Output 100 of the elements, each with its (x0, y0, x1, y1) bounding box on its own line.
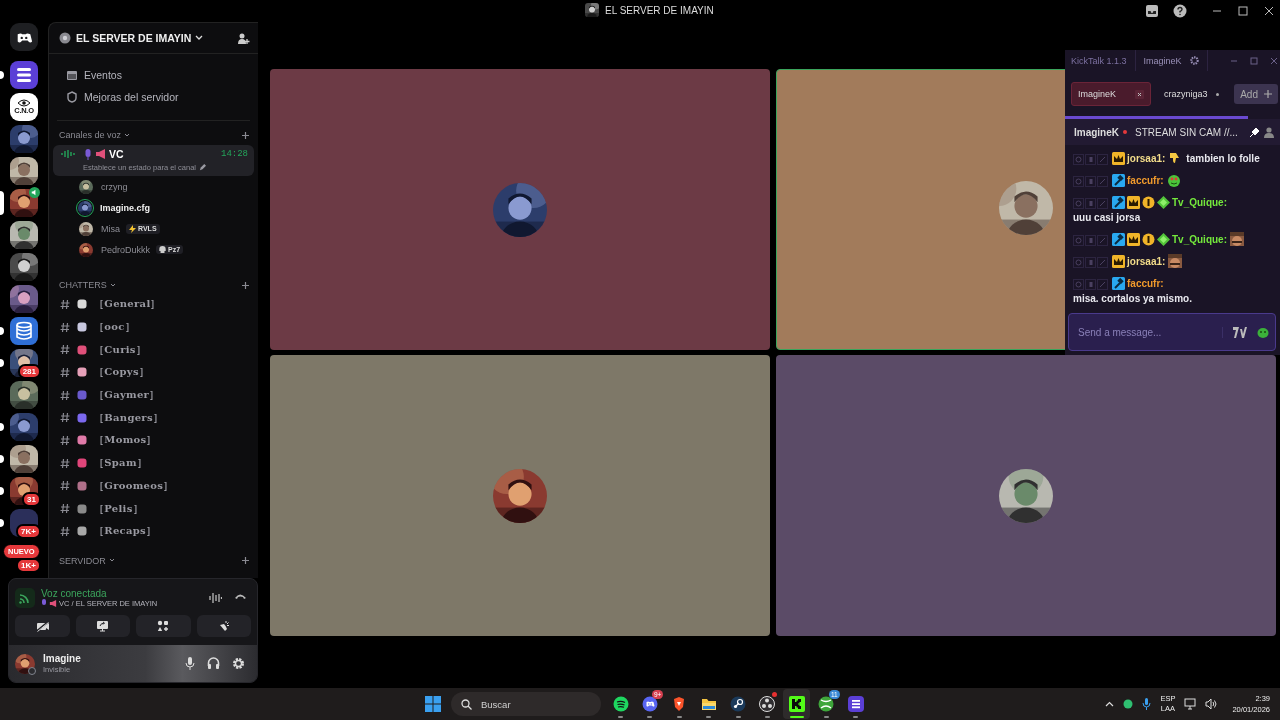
camera-off-icon (35, 620, 49, 632)
add-button[interactable]: Add (1234, 84, 1278, 104)
crown-badge-icon (1112, 254, 1125, 268)
sidebar-link[interactable]: Eventos (57, 64, 250, 86)
home-button[interactable] (10, 23, 38, 51)
hammer-badge-icon (1112, 195, 1125, 209)
piston-icon[interactable] (730, 696, 747, 712)
category-toggle[interactable]: CHATTERS (59, 280, 116, 290)
mic-emoji-icon (84, 148, 92, 160)
shield-icon (66, 91, 78, 103)
username[interactable]: jorsaa1: (1127, 255, 1166, 267)
activities-button[interactable] (136, 615, 191, 637)
crown-badge-icon (1127, 232, 1140, 246)
chevron-down-icon (124, 132, 131, 138)
circle-waves-icon[interactable] (612, 696, 629, 712)
text-channel[interactable]: ［Copys］ (49, 361, 258, 384)
add-member-icon[interactable] (237, 31, 250, 45)
plus-icon[interactable] (241, 556, 250, 566)
connection-status: Voz conectada (41, 587, 108, 599)
server-menu-button[interactable]: EL SERVER DE IMAYIN (76, 32, 232, 44)
start-icon[interactable] (425, 696, 441, 712)
video-tile[interactable] (270, 355, 770, 636)
plus-icon[interactable] (241, 280, 250, 290)
volume-icon[interactable] (1205, 698, 1218, 710)
username[interactable]: faccufr: (1127, 174, 1164, 186)
username[interactable]: Tv_Quique: (1172, 196, 1227, 208)
chevron-up-icon[interactable] (1105, 701, 1115, 707)
text-channel[interactable]: ［Gaymer］ (49, 383, 258, 407)
status-icon[interactable] (1123, 699, 1134, 709)
controller-icon[interactable] (641, 696, 658, 712)
headphones-icon[interactable] (207, 657, 220, 669)
help-icon[interactable] (1173, 4, 1187, 18)
text-channel[interactable]: ［Groomeos］ (49, 474, 258, 498)
plus-icon[interactable] (241, 130, 250, 140)
app-logo-icon[interactable] (788, 696, 805, 712)
search-field[interactable]: Buscar (479, 691, 583, 717)
message-field[interactable]: Send a message... (1076, 313, 1214, 351)
network-icon[interactable] (1184, 698, 1197, 710)
text-channel[interactable]: ［ooc］ (49, 315, 258, 339)
video-tile[interactable] (776, 355, 1276, 636)
text-channel[interactable]: ［Recaps］ (49, 519, 258, 543)
member-name[interactable]: crzyng (101, 181, 128, 192)
pin-icon[interactable] (1249, 126, 1260, 138)
category-toggle[interactable]: SERVIDOR (59, 555, 115, 566)
hash-icon (60, 366, 70, 378)
screen-share-button[interactable] (75, 615, 130, 637)
camera-off-button[interactable] (15, 615, 70, 637)
sphere-icon[interactable] (818, 696, 835, 712)
message-text: uuu casi jorsa (1073, 210, 1141, 225)
hash-icon (60, 344, 70, 356)
hash-icon (60, 457, 70, 469)
emote-logo-icon[interactable] (1233, 326, 1247, 338)
member-name[interactable]: Imagine.cfg (100, 202, 150, 213)
user-icon[interactable] (1264, 126, 1274, 138)
chat-tab[interactable]: ImagineK (1071, 82, 1151, 106)
microphone-icon[interactable] (1142, 698, 1152, 710)
video-tile[interactable] (270, 69, 770, 350)
folder-icon[interactable] (700, 696, 717, 712)
username[interactable]: faccufr: (1127, 277, 1164, 289)
text-channel[interactable]: ［Bangers］ (49, 406, 258, 430)
text-channel[interactable]: ［Curis］ (49, 338, 258, 362)
account-tab[interactable]: ImagineK (1134, 50, 1208, 71)
face-emote-icon (1168, 253, 1183, 268)
bars-icon[interactable] (847, 696, 864, 712)
close-icon[interactable] (1263, 5, 1275, 17)
soundboard-button[interactable] (196, 615, 251, 637)
unread-count: 1K+ (16, 558, 41, 573)
database-icon[interactable] (10, 317, 38, 345)
chat-tab[interactable]: crazyniga3 (1157, 82, 1226, 106)
search-box[interactable]: Buscar (451, 692, 601, 716)
megaphone-icon (95, 149, 106, 159)
voice-bars-icon (61, 149, 75, 159)
category-toggle[interactable]: Canales de voz (59, 130, 131, 140)
member-name[interactable]: Misa (101, 223, 120, 234)
face-emote-icon (1230, 231, 1244, 246)
diamond-badge-icon (1157, 195, 1170, 209)
inbox-icon[interactable] (1145, 4, 1159, 18)
text-channel[interactable]: ［Spam］ (49, 451, 258, 475)
channel-name[interactable]: ImagineK (1074, 126, 1119, 138)
username[interactable]: Tv_Quique: (1172, 233, 1227, 245)
text-channel[interactable]: ［Momos］ (49, 429, 258, 452)
chevron-down-icon (108, 558, 115, 564)
maximize-icon[interactable] (1237, 5, 1249, 17)
bars-icon[interactable] (10, 61, 38, 89)
settings-icon[interactable] (232, 657, 245, 670)
member-name[interactable]: PedroDukkk (101, 244, 151, 255)
blob-emote-icon (1166, 172, 1181, 187)
hash-icon (60, 389, 70, 401)
text-channel[interactable]: ［Pelis］ (49, 497, 258, 520)
megaphone-icon (49, 599, 57, 607)
aperture-icon[interactable] (759, 696, 776, 712)
username[interactable]: jorsaa1: (1127, 152, 1166, 164)
calendar-icon (66, 69, 78, 81)
status-dot (28, 666, 36, 675)
microphone-icon[interactable] (185, 657, 195, 670)
emote-picker-icon[interactable] (1257, 326, 1269, 338)
text-channel[interactable]: ［General］ (49, 293, 258, 316)
message-box[interactable]: Send a message... (1068, 313, 1276, 351)
waveform-icon[interactable] (209, 591, 222, 604)
sidebar-link[interactable]: Mejoras del servidor (57, 86, 250, 108)
